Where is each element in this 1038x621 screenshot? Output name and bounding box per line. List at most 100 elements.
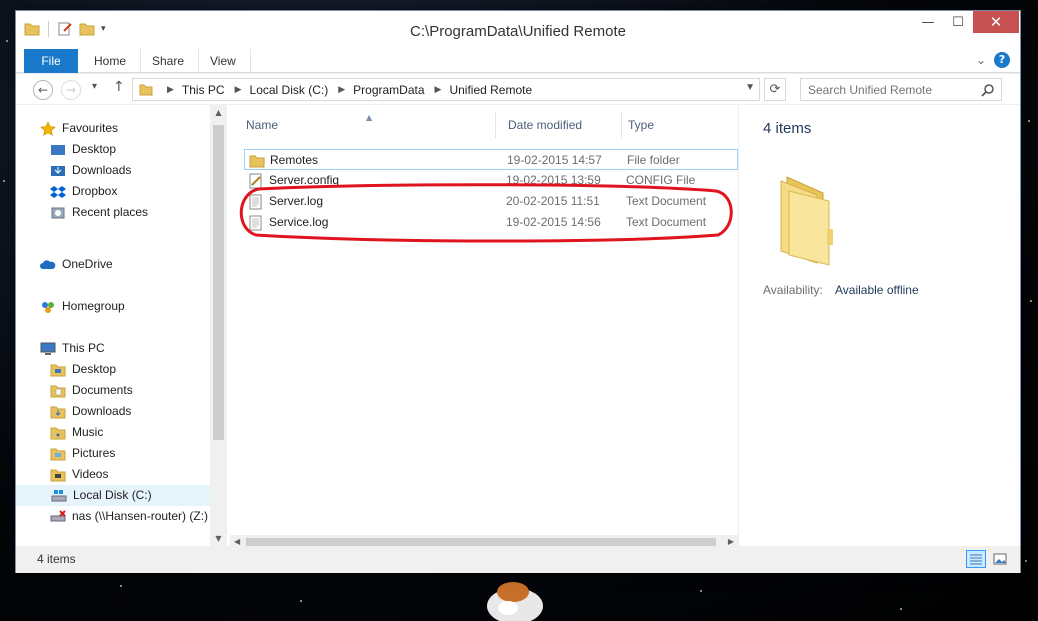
breadcrumb-this-pc[interactable]: This PC <box>182 83 225 97</box>
nav-item-label: Homegroup <box>62 299 125 313</box>
file-date: 19-02-2015 14:56 <box>506 215 601 229</box>
nav-item-onedrive[interactable]: OneDrive <box>16 254 210 275</box>
chevron-down-icon[interactable]: ▼ <box>745 82 755 93</box>
nav-item-label: This PC <box>62 341 105 355</box>
window-controls: — ☐ ✕ <box>913 11 1019 33</box>
nav-item-recent-places[interactable]: Recent places <box>16 202 210 223</box>
nav-item-label: Desktop <box>72 362 117 376</box>
back-button[interactable]: ← <box>33 80 53 100</box>
tab-view[interactable]: View <box>196 49 251 73</box>
column-header-date-modified[interactable]: Date modified <box>502 112 622 138</box>
nav-item-pc-downloads[interactable]: Downloads <box>16 401 210 422</box>
breadcrumb-separator-icon[interactable]: ▶ <box>167 84 174 95</box>
nav-item-local-disk[interactable]: Local Disk (C:) <box>16 485 210 506</box>
nav-item-dropbox[interactable]: Dropbox <box>16 181 210 202</box>
forward-button[interactable]: → <box>61 80 81 100</box>
file-row-server-log[interactable]: Server.log 20-02-2015 11:51 Text Documen… <box>244 191 738 212</box>
file-name-cell: Server.log <box>248 191 323 212</box>
nav-item-pictures[interactable]: Pictures <box>16 443 210 464</box>
large-icons-view-button[interactable] <box>990 550 1010 568</box>
file-name: Remotes <box>270 153 319 167</box>
file-row-remotes[interactable]: Remotes 19-02-2015 14:57 File folder <box>244 149 738 170</box>
breadcrumb-local-disk[interactable]: Local Disk (C:) <box>250 83 329 97</box>
window-title: C:\ProgramData\Unified Remote <box>410 23 626 40</box>
tab-home[interactable]: Home <box>80 49 142 73</box>
file-name-cell: Remotes <box>249 150 318 171</box>
maximize-button[interactable]: ☐ <box>943 11 973 33</box>
nav-item-homegroup[interactable]: Homegroup <box>16 296 210 317</box>
navigation-pane-scrollbar[interactable]: ▲ ▼ <box>210 105 227 546</box>
nav-item-documents[interactable]: Documents <box>16 380 210 401</box>
breadcrumb-unified-remote[interactable]: Unified Remote <box>449 83 532 97</box>
disconnected-network-drive-icon <box>50 509 66 525</box>
column-header-type[interactable]: Type <box>622 112 738 138</box>
file-type: Text Document <box>626 194 707 208</box>
breadcrumb-separator-icon[interactable]: ▶ <box>235 84 242 95</box>
nav-item-network-drive[interactable]: nas (\\Hansen-router) (Z:) <box>16 506 210 527</box>
nav-item-label: Dropbox <box>72 184 118 198</box>
downloads-icon <box>50 163 66 179</box>
scroll-down-icon[interactable]: ▼ <box>210 534 227 543</box>
tab-share[interactable]: Share <box>138 49 200 73</box>
file-date: 20-02-2015 11:51 <box>506 194 600 208</box>
file-row-server-config[interactable]: Server.config 19-02-2015 13:59 CONFIG Fi… <box>244 170 738 191</box>
folder-icon <box>50 383 66 399</box>
breadcrumb-programdata[interactable]: ProgramData <box>353 83 424 97</box>
column-headers: Name ▲ Date modified Type <box>230 112 738 138</box>
nav-item-music[interactable]: Music <box>16 422 210 443</box>
status-bar: 4 items <box>16 546 1020 573</box>
homegroup-icon <box>40 299 56 315</box>
file-name-cell: Server.config <box>248 170 339 191</box>
minimize-button[interactable]: — <box>913 11 943 33</box>
nav-item-label: Downloads <box>72 163 132 177</box>
nav-item-label: Recent places <box>72 205 149 219</box>
file-row-service-log[interactable]: Service.log 19-02-2015 14:56 Text Docume… <box>244 212 738 233</box>
recent-locations-button[interactable]: ▾ <box>92 81 97 92</box>
file-name: Service.log <box>269 215 329 229</box>
scroll-right-icon[interactable]: ▶ <box>728 537 734 546</box>
scrollbar-thumb[interactable] <box>213 125 224 440</box>
nav-item-desktop[interactable]: Desktop <box>16 139 210 160</box>
nav-item-label: nas (\\Hansen-router) (Z:) <box>72 509 209 523</box>
details-view-icon <box>970 554 982 565</box>
dropbox-icon <box>50 184 66 200</box>
ribbon-tabs: File Home Share View <box>16 49 1020 73</box>
nav-item-videos[interactable]: Videos <box>16 464 210 485</box>
details-pane: 4 items Availability: Available offline <box>738 105 1022 546</box>
details-view-button[interactable] <box>966 550 986 568</box>
refresh-button[interactable]: ⟳ <box>764 78 786 101</box>
help-icon[interactable]: ? <box>994 52 1010 68</box>
file-name: Server.config <box>269 173 340 187</box>
scroll-up-icon[interactable]: ▲ <box>210 108 227 117</box>
nav-item-downloads[interactable]: Downloads <box>16 160 210 181</box>
nav-item-this-pc[interactable]: This PC <box>16 338 210 359</box>
close-button[interactable]: ✕ <box>973 11 1019 33</box>
search-box <box>800 78 1002 101</box>
navigation-pane: Favourites Desktop Downloads Dropbox Rec… <box>16 105 228 546</box>
search-icon[interactable] <box>981 83 995 97</box>
title-bar: ▾ C:\ProgramData\Unified Remote — ☐ ✕ <box>16 11 1020 49</box>
breadcrumb-separator-icon[interactable]: ▶ <box>338 84 345 95</box>
breadcrumb-separator-icon[interactable]: ▶ <box>435 84 442 95</box>
status-item-count: 4 items <box>37 552 76 566</box>
sort-ascending-icon: ▲ <box>366 113 373 122</box>
up-button[interactable]: ↑ <box>113 79 125 95</box>
file-list: Name ▲ Date modified Type Remotes 19-02-… <box>230 105 738 546</box>
nav-item-label: Documents <box>72 383 133 397</box>
folder-icon <box>139 84 153 95</box>
availability-value: Available offline <box>835 283 919 297</box>
nav-item-pc-desktop[interactable]: Desktop <box>16 359 210 380</box>
tab-file[interactable]: File <box>24 49 78 73</box>
nav-item-favourites[interactable]: Favourites <box>16 118 210 139</box>
search-input[interactable] <box>801 79 977 100</box>
file-name: Server.log <box>269 194 324 208</box>
drive-icon <box>51 488 67 504</box>
address-bar[interactable]: ▶ This PC ▶ Local Disk (C:) ▶ ProgramDat… <box>132 78 760 101</box>
file-type: Text Document <box>626 215 707 229</box>
expand-ribbon-icon[interactable]: ⌄ <box>976 53 986 67</box>
folder-icon <box>50 425 66 441</box>
scroll-left-icon[interactable]: ◀ <box>234 537 240 546</box>
nav-item-label: Pictures <box>72 446 116 460</box>
text-file-icon <box>248 194 264 210</box>
nav-item-label: Music <box>72 425 104 439</box>
